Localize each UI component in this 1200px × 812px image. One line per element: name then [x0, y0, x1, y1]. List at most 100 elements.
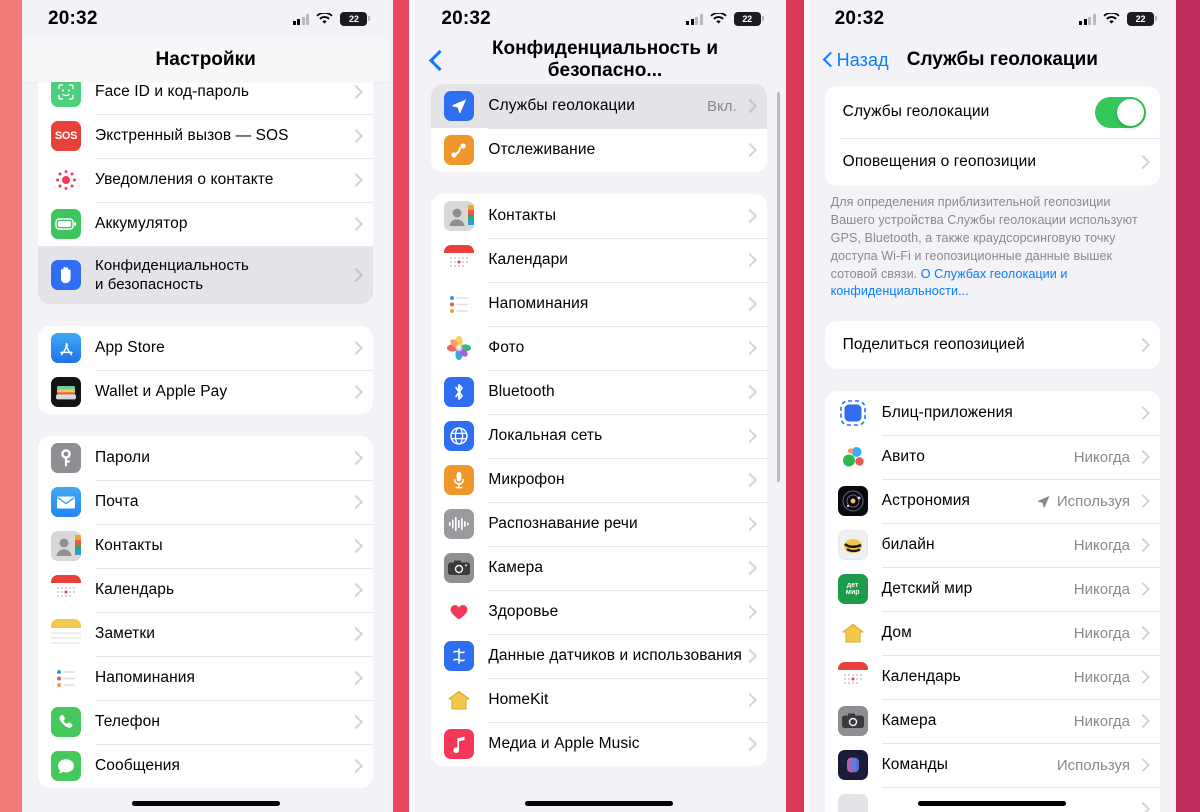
chevron-right-icon: [351, 716, 359, 729]
privacy-item-camera[interactable]: Камера: [431, 546, 767, 590]
app-row-camera[interactable]: Камера Никогда: [824, 699, 1160, 744]
privacy-item-bluetooth[interactable]: Bluetooth: [431, 370, 767, 414]
wifi-icon: [316, 13, 333, 25]
app-row-value: Никогда: [1073, 448, 1130, 466]
sidebar-item-contact-notifications[interactable]: Уведомления о контакте: [38, 158, 374, 202]
battery-level: 22: [742, 14, 752, 24]
location-arrow-indicator-icon: [1036, 494, 1051, 509]
app-store-icon: [51, 333, 81, 363]
sidebar-item-mail[interactable]: Почта: [38, 480, 374, 524]
sidebar-item-contacts[interactable]: Контакты: [38, 524, 374, 568]
privacy-item-local-network[interactable]: Локальная сеть: [431, 414, 767, 458]
back-button[interactable]: [431, 48, 445, 72]
app-row-blitz[interactable]: Блиц-приложения: [824, 391, 1160, 436]
cellular-signal-icon: [686, 13, 703, 25]
wallet-icon: [51, 377, 81, 407]
app-row-next[interactable]: [824, 787, 1160, 812]
privacy-scroll-area[interactable]: Службы геолокации Вкл. Отслеживание Конт…: [415, 84, 782, 812]
app-row-beeline[interactable]: билайн Никогда: [824, 523, 1160, 568]
chevron-right-icon: [745, 100, 753, 113]
chevron-right-icon: [1138, 495, 1146, 508]
chevron-right-icon: [1138, 583, 1146, 596]
location-group-main: Службы геолокации Оповещения о геопозици…: [824, 86, 1160, 186]
sidebar-item-calendar[interactable]: Календарь: [38, 568, 374, 612]
calendar-icon: [837, 662, 868, 693]
privacy-item-homekit[interactable]: HomeKit: [431, 678, 767, 722]
status-time: 20:32: [834, 8, 885, 29]
sidebar-item-label: Уведомления о контакте: [95, 171, 274, 189]
sidebar-item-wallet[interactable]: Wallet и Apple Pay: [38, 370, 374, 414]
app-row-label: Календарь: [881, 668, 961, 686]
privacy-item-health[interactable]: Здоровье: [431, 590, 767, 634]
privacy-item-tracking[interactable]: Отслеживание: [431, 128, 767, 172]
chevron-right-icon: [1138, 627, 1146, 640]
chevron-right-icon: [351, 342, 359, 355]
settings-scroll-area[interactable]: Face ID и код-пароль SOS Экстренный вызо…: [22, 76, 389, 812]
sidebar-item-battery[interactable]: Аккумулятор: [38, 202, 374, 246]
privacy-item-microphone[interactable]: Микрофон: [431, 458, 767, 502]
sidebar-item-privacy-security[interactable]: Конфиденциальность и безопасность: [38, 246, 374, 304]
privacy-item-sensor-data[interactable]: Данные датчиков и использования: [431, 634, 767, 678]
location-alerts-row[interactable]: Оповещения о геопозиции: [824, 138, 1160, 186]
chevron-right-icon: [1138, 156, 1146, 169]
vertical-scrollbar[interactable]: [776, 92, 780, 482]
heart-icon: [444, 597, 475, 627]
photos-icon: [444, 333, 475, 363]
privacy-item-label: Bluetooth: [488, 383, 555, 401]
home-indicator: [524, 801, 673, 806]
sidebar-item-phone[interactable]: Телефон: [38, 700, 374, 744]
app-row-shortcuts[interactable]: Команды Используя: [824, 743, 1160, 788]
sidebar-item-label: Аккумулятор: [95, 215, 188, 233]
sidebar-item-passwords[interactable]: Пароли: [38, 436, 374, 480]
location-services-toggle[interactable]: [1094, 96, 1146, 128]
hand-privacy-icon: [51, 260, 81, 290]
reminders-icon: [51, 663, 81, 693]
sidebar-item-sos[interactable]: SOS Экстренный вызов — SOS: [38, 114, 374, 158]
privacy-item-calendars[interactable]: Календари: [431, 238, 767, 282]
sidebar-item-notes[interactable]: Заметки: [38, 612, 374, 656]
sidebar-item-label: Конфиденциальность и безопасность: [95, 256, 351, 294]
sidebar-item-label: Календарь: [95, 581, 175, 599]
messages-icon: [51, 751, 81, 781]
sidebar-item-appstore[interactable]: App Store: [38, 326, 374, 370]
back-button[interactable]: Назад: [823, 50, 889, 71]
app-row-avito[interactable]: Авито Никогда: [824, 435, 1160, 480]
chevron-right-icon: [351, 452, 359, 465]
location-alerts-label: Оповещения о геопозиции: [842, 153, 1037, 171]
location-services-label: Службы геолокации: [842, 103, 990, 121]
privacy-item-reminders[interactable]: Напоминания: [431, 282, 767, 326]
app-row-home[interactable]: Дом Никогда: [824, 611, 1160, 656]
location-scroll-area[interactable]: Службы геолокации Оповещения о геопозици…: [809, 86, 1176, 812]
settings-group-system: Face ID и код-пароль SOS Экстренный вызо…: [38, 76, 374, 304]
app-row-detmir[interactable]: дет мир Детский мир Никогда: [824, 567, 1160, 612]
status-bar: 20:32 22: [415, 0, 782, 38]
chevron-right-icon: [351, 760, 359, 773]
app-row-value: Никогда: [1073, 580, 1130, 598]
privacy-item-location-services[interactable]: Службы геолокации Вкл.: [431, 84, 767, 128]
privacy-item-contacts[interactable]: Контакты: [431, 194, 767, 238]
mail-icon: [51, 487, 81, 517]
privacy-label-line2: и безопасность: [95, 276, 204, 293]
chevron-right-icon: [351, 130, 359, 143]
chevron-right-icon: [745, 738, 753, 751]
sidebar-item-label: Контакты: [95, 537, 163, 555]
sidebar-item-messages[interactable]: Сообщения: [38, 744, 374, 788]
key-icon: [51, 443, 81, 473]
chevron-right-icon: [745, 518, 753, 531]
settings-group-store: App Store Wallet и Apple Pay: [38, 326, 374, 414]
share-location-row[interactable]: Поделиться геопозицией: [824, 321, 1160, 370]
app-row-astronomy[interactable]: Астрономия Используя: [824, 479, 1160, 524]
privacy-item-media-apple-music[interactable]: Медиа и Apple Music: [431, 722, 767, 766]
app-row-calendar[interactable]: Календарь Никогда: [824, 655, 1160, 700]
sidebar-item-reminders[interactable]: Напоминания: [38, 656, 374, 700]
wifi-icon: [1103, 13, 1120, 25]
chevron-right-icon: [351, 540, 359, 553]
location-group-share: Поделиться геопозицией: [824, 321, 1160, 370]
privacy-item-speech-recognition[interactable]: Распознавание речи: [431, 502, 767, 546]
frame-divider-1: [389, 0, 416, 812]
sidebar-item-label: Почта: [95, 493, 139, 511]
privacy-item-photos[interactable]: Фото: [431, 326, 767, 370]
chevron-right-icon: [745, 474, 753, 487]
calendar-icon: [51, 575, 81, 605]
location-services-toggle-row[interactable]: Службы геолокации: [824, 86, 1160, 138]
